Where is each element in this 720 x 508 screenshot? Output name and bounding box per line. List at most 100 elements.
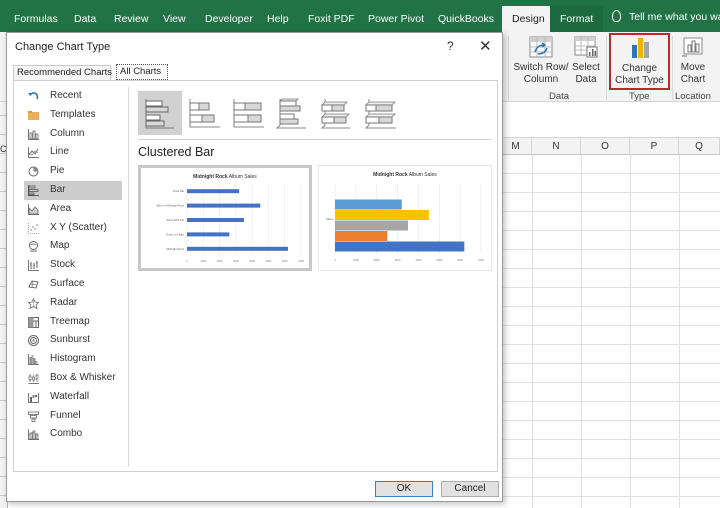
clustered-bar-icon [145, 99, 174, 129]
chart-type-surface[interactable]: Surface [24, 275, 122, 294]
chart-type-column[interactable]: Column [24, 125, 122, 144]
change-chart-type-button[interactable]: Change Chart Type [609, 33, 670, 90]
chart-type-templates[interactable]: Templates [24, 106, 122, 125]
tab-formulas[interactable]: Formulas [14, 0, 58, 32]
chart-preview-1[interactable]: Midnight Rock Album Sales 0 1000 2000 3000 4… [138, 165, 312, 271]
tab-recommended-charts[interactable]: Recommended Charts [13, 65, 112, 80]
radar-chart-icon [28, 297, 39, 309]
subtype-clustered-bar[interactable] [138, 91, 182, 135]
subtype-3d-stacked-bar[interactable] [314, 91, 358, 135]
chart-type-list: Recent Templates Column Line Pie Bar Are… [24, 87, 122, 444]
chart-type-label: Box & Whisker [50, 371, 116, 383]
ok-button[interactable]: OK [375, 481, 433, 497]
worksheet-grid[interactable] [500, 155, 720, 508]
chart-preview-2[interactable]: Midnight Rock Album Sales 0 1000 2000 3000 4… [318, 165, 492, 271]
chart-type-bar[interactable]: Bar [24, 180, 122, 200]
map-chart-icon [29, 241, 38, 252]
tab-data[interactable]: Data [74, 0, 96, 32]
tab-foxit-pdf[interactable]: Foxit PDF [308, 0, 355, 32]
bar [335, 210, 429, 220]
tab-quickbooks[interactable]: QuickBooks [438, 0, 494, 32]
column-header-p[interactable]: P [630, 138, 679, 155]
chart-type-line[interactable]: Line [24, 143, 122, 162]
chart-type-label: Recent [50, 90, 82, 101]
chart-type-label: Line [50, 146, 69, 158]
tick-label: 6000 [282, 259, 288, 263]
chart-type-waterfall[interactable]: Waterfall [24, 388, 122, 407]
subtype-3d-100-stacked-bar[interactable] [358, 91, 402, 135]
tab-developer[interactable]: Developer [205, 0, 253, 32]
bar [187, 218, 244, 222]
chart-type-box-whisker[interactable]: Box & Whisker [24, 369, 122, 388]
tell-me-search[interactable]: Tell me what you wa [612, 10, 720, 23]
column-header-q[interactable]: Q [679, 138, 720, 155]
tick-label: 2000 [217, 259, 223, 263]
chart-type-histogram[interactable]: Histogram [24, 350, 122, 369]
subtype-stacked-bar[interactable] [182, 91, 226, 135]
chart-type-stock[interactable]: Stock [24, 256, 122, 275]
list-divider [128, 87, 129, 467]
chart-type-sunburst[interactable]: Sunburst [24, 331, 122, 350]
bar-chart-icon [28, 184, 39, 196]
change-chart-type-label-2: Chart Type [615, 75, 664, 86]
tab-format[interactable]: Format [550, 6, 604, 32]
chart-type-treemap[interactable]: Treemap [24, 313, 122, 332]
lightbulb-icon [612, 10, 621, 22]
bar [187, 189, 240, 194]
templates-folder-icon [28, 110, 39, 120]
close-button[interactable]: ✕ [479, 37, 492, 55]
move-chart-icon [682, 37, 703, 57]
tab-design[interactable]: Design [502, 6, 555, 32]
move-chart-label-2: Chart [680, 74, 706, 85]
select-data-button[interactable]: Select Data [570, 36, 602, 86]
switch-row-column-label-2: Column [523, 74, 559, 85]
chart-type-map[interactable]: Map [24, 237, 122, 256]
change-chart-type-label-1: Change [621, 63, 658, 74]
svg-text:Midnight Rock Album Sales: Midnight Rock Album Sales [193, 174, 257, 180]
chart-type-pie[interactable]: Pie [24, 162, 122, 181]
chart-type-radar[interactable]: Radar [24, 294, 122, 313]
column-header-n[interactable]: N [532, 138, 581, 155]
chart-type-label: Histogram [50, 353, 96, 365]
chart-type-combo[interactable]: Combo [24, 425, 122, 444]
tick-label: 1000 [353, 258, 359, 262]
category-label: Midnight Rock [166, 247, 184, 251]
column-chart-icon [28, 128, 39, 140]
chart-type-area[interactable]: Area [24, 200, 122, 219]
help-button[interactable]: ? [447, 39, 454, 53]
subtype-100-stacked-bar[interactable] [226, 91, 270, 135]
pie-chart-icon [28, 166, 39, 177]
column-header-o[interactable]: O [581, 138, 630, 155]
treemap-chart-icon [28, 316, 39, 328]
switch-row-column-button[interactable]: Switch Row/ Column [512, 36, 570, 86]
formula-bar[interactable] [500, 102, 720, 138]
tab-all-charts[interactable]: All Charts [116, 64, 168, 80]
waterfall-chart-icon [28, 392, 39, 403]
3d-stacked-bar-icon [320, 99, 350, 129]
tab-review[interactable]: Review [114, 0, 148, 32]
tab-help[interactable]: Help [267, 0, 289, 32]
select-data-label-2: Data [575, 74, 597, 85]
100-stacked-bar-icon [233, 99, 264, 128]
category-label: Rock on Night [166, 232, 184, 236]
bar [187, 246, 288, 251]
cancel-button[interactable]: Cancel [441, 481, 499, 497]
ribbon-separator [606, 36, 607, 100]
scatter-chart-icon [28, 222, 39, 234]
tab-power-pivot[interactable]: Power Pivot [368, 0, 424, 32]
bar [187, 232, 230, 237]
chart-type-xy-scatter[interactable]: X Y (Scatter) [24, 219, 122, 238]
move-chart-button[interactable]: Move Chart [674, 36, 712, 86]
tab-view[interactable]: View [163, 0, 186, 32]
column-header-m[interactable]: M [500, 138, 532, 155]
box-whisker-chart-icon [28, 373, 39, 384]
subtype-divider [138, 139, 492, 140]
subtype-3d-clustered-bar[interactable] [270, 91, 314, 135]
chart-type-recent[interactable]: Recent [24, 87, 122, 106]
group-label-location: Location [675, 91, 711, 102]
chart-type-label: Bar [50, 183, 66, 195]
combo-chart-icon [28, 429, 39, 441]
chart-type-funnel[interactable]: Funnel [24, 407, 122, 426]
preview-chart-2: Midnight Rock Album Sales 0 1000 2000 3000 4… [326, 172, 484, 262]
surface-chart-icon [28, 280, 39, 289]
